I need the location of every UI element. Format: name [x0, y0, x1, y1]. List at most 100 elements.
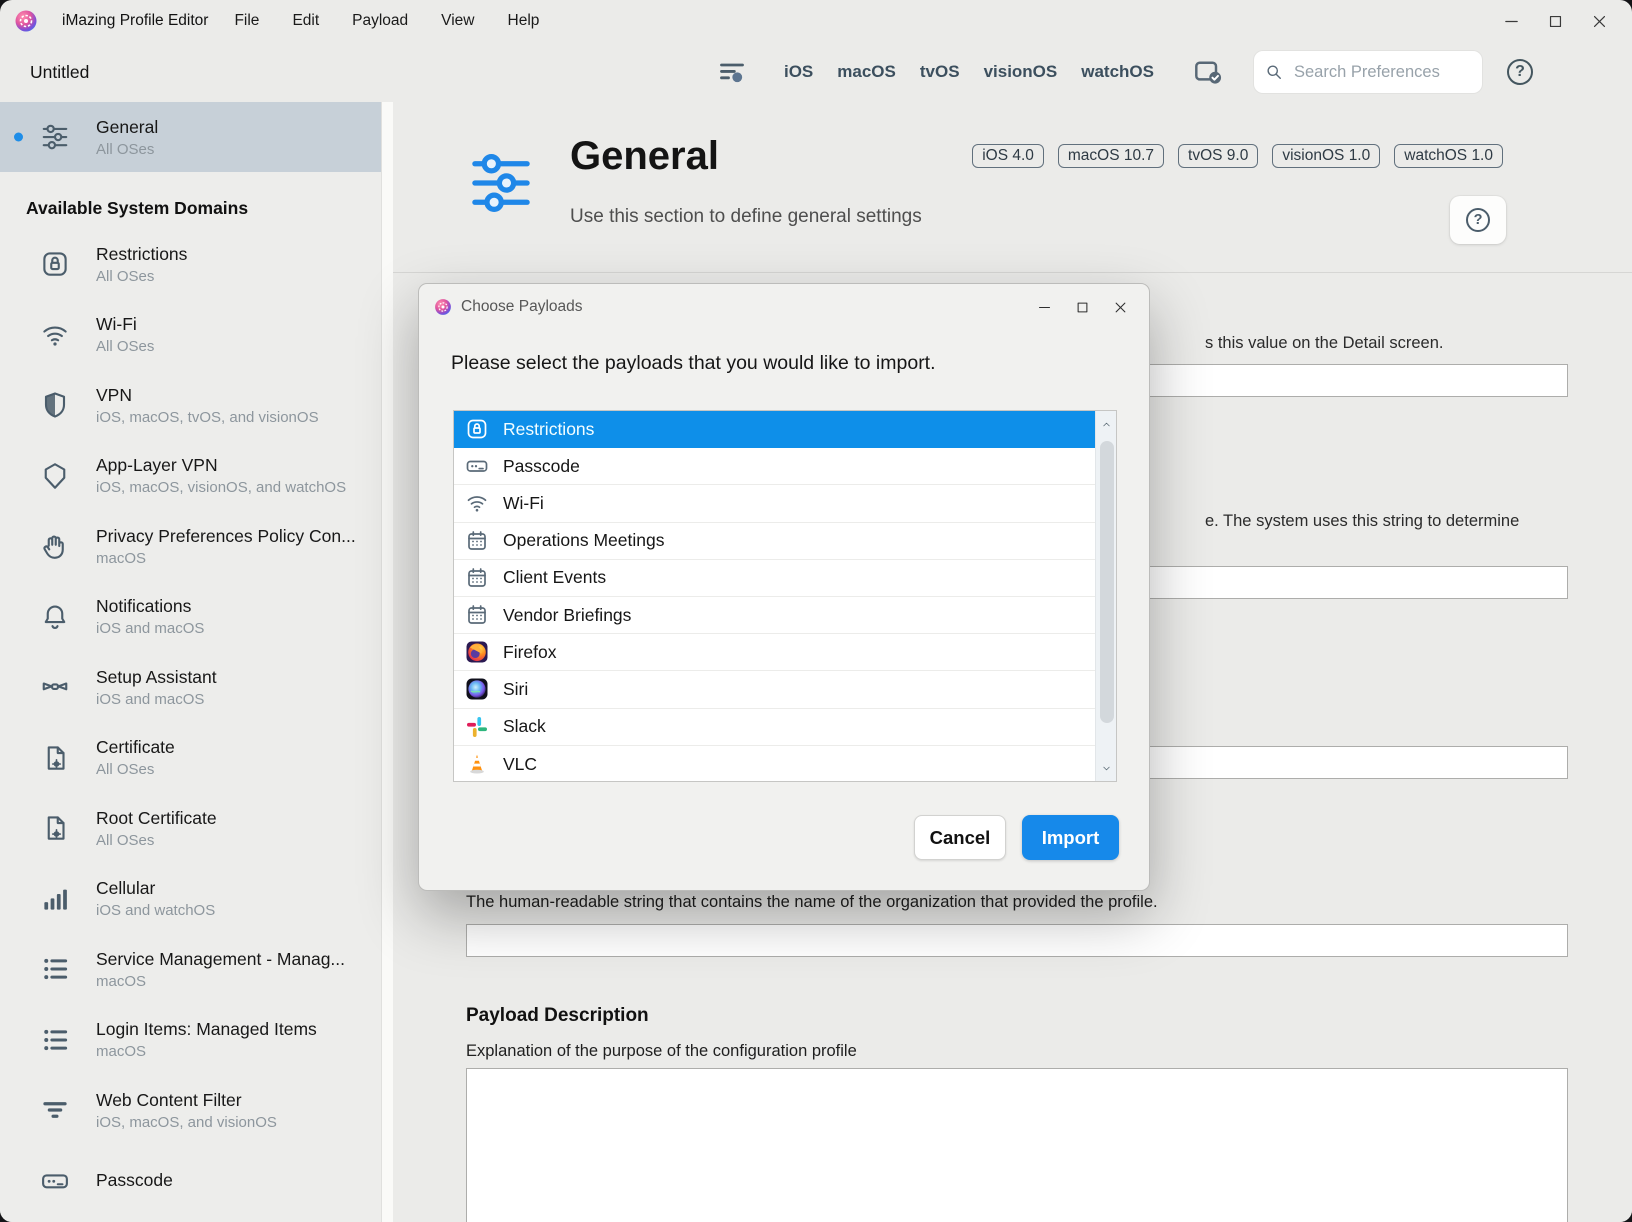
dialog-title: Choose Payloads: [461, 298, 583, 316]
os-filter-macos[interactable]: macOS: [837, 62, 896, 82]
app-window: iMazing Profile Editor FileEditPayloadVi…: [0, 0, 1632, 1222]
help-button[interactable]: ?: [1450, 196, 1506, 244]
search-box[interactable]: [1254, 51, 1482, 93]
sidebar-item-subtitle: All OSes: [96, 832, 217, 849]
sidebar-item-certificate[interactable]: CertificateAll OSes: [0, 723, 381, 794]
payload-item-restrictions[interactable]: Restrictions: [454, 411, 1116, 448]
sidebar-item-setup-assistant[interactable]: Setup AssistantiOS and macOS: [0, 652, 381, 723]
os-filters: iOS macOS tvOS visionOS watchOS: [784, 62, 1154, 82]
sidebar-item-subtitle: iOS and macOS: [96, 620, 204, 637]
cancel-button[interactable]: Cancel: [914, 815, 1006, 860]
os-filter-tvos[interactable]: tvOS: [920, 62, 960, 82]
scroll-up-icon[interactable]: [1096, 415, 1117, 433]
sidebar-item-title: Passcode: [96, 1170, 173, 1191]
search-input[interactable]: [1292, 62, 1472, 83]
maximize-icon[interactable]: [1542, 8, 1568, 34]
bell-icon: [40, 600, 84, 634]
sidebar-item-app-layer-vpn[interactable]: App-Layer VPNiOS, macOS, visionOS, and w…: [0, 441, 381, 512]
calendar-icon: [464, 565, 490, 591]
sidebar-item-notifications[interactable]: NotificationsiOS and macOS: [0, 582, 381, 653]
minimize-icon[interactable]: [1033, 296, 1055, 318]
payload-item-vendor-briefings[interactable]: Vendor Briefings: [454, 597, 1116, 634]
lock-square-icon: [40, 247, 84, 281]
question-glyph: ?: [1507, 59, 1533, 85]
payload-item-vlc[interactable]: VLC: [454, 746, 1116, 782]
sidebar-item-privacy-preferences-policy-con[interactable]: Privacy Preferences Policy Con... macOS: [0, 511, 381, 582]
sidebar-item-title: Wi-Fi: [96, 314, 154, 335]
payload-item-label: Client Events: [503, 567, 606, 588]
sidebar-item-passcode[interactable]: Passcode: [0, 1146, 381, 1217]
menu-help[interactable]: Help: [502, 10, 546, 32]
selected-dot: [14, 133, 23, 142]
close-icon[interactable]: [1586, 8, 1612, 34]
document-title: Untitled: [30, 62, 89, 83]
payload-item-firefox[interactable]: Firefox: [454, 634, 1116, 671]
sidebar-item-subtitle: All OSes: [96, 268, 187, 285]
sidebar-item-login-items-managed-items[interactable]: Login Items: Managed ItemsmacOS: [0, 1005, 381, 1076]
device-check-icon[interactable]: [1192, 57, 1224, 87]
os-filter-watchos[interactable]: watchOS: [1081, 62, 1154, 82]
window-controls: [1498, 0, 1612, 42]
payload-item-label: Slack: [503, 716, 546, 737]
detail-screen-text: s this value on the Detail screen.: [1205, 334, 1443, 353]
import-button[interactable]: Import: [1022, 815, 1119, 860]
menu-file[interactable]: File: [228, 10, 265, 32]
badge-ios-4-0: iOS 4.0: [972, 144, 1044, 168]
sidebar-item-subtitle: All OSes: [96, 338, 154, 355]
payload-description-textarea[interactable]: [466, 1068, 1568, 1222]
maximize-icon[interactable]: [1071, 296, 1093, 318]
dialog-titlebar: Choose Payloads: [419, 284, 1149, 330]
menu-view[interactable]: View: [435, 10, 480, 32]
sidebar-item-title: Service Management - Manag...: [96, 949, 345, 970]
sidebar-item-service-management-manag[interactable]: Service Management - Manag...macOS: [0, 934, 381, 1005]
payload-item-passcode[interactable]: Passcode: [454, 448, 1116, 485]
payload-rows: RestrictionsPasscode Wi-Fi Operations Meet…: [454, 411, 1116, 782]
payload-item-operations-meetings[interactable]: Operations Meetings: [454, 523, 1116, 560]
close-icon[interactable]: [1109, 296, 1131, 318]
payload-item-label: Operations Meetings: [503, 530, 664, 551]
sidebar-item-title: Setup Assistant: [96, 667, 217, 688]
sidebar-item-subtitle: All OSes: [96, 141, 158, 158]
list-scrollbar[interactable]: [1095, 411, 1116, 781]
scroll-down-icon[interactable]: [1096, 759, 1117, 777]
sidebar-item-subtitle: macOS: [96, 1043, 317, 1060]
sidebar-section-header: Available System Domains: [26, 198, 393, 219]
payload-list: RestrictionsPasscode Wi-Fi Operations Meet…: [453, 410, 1117, 782]
sidebar-item-restrictions[interactable]: RestrictionsAll OSes: [0, 229, 381, 300]
menu-payload[interactable]: Payload: [346, 10, 414, 32]
sidebar-item-general[interactable]: General All OSes: [0, 102, 381, 172]
payload-item-client-events[interactable]: Client Events: [454, 560, 1116, 597]
sidebar-item-subtitle: iOS, macOS, visionOS, and watchOS: [96, 479, 346, 496]
firefox-icon: [464, 639, 490, 665]
sidebar-item-web-content-filter[interactable]: Web Content FilteriOS, macOS, and vision…: [0, 1075, 381, 1146]
general-sliders-icon: [468, 150, 534, 216]
organization-input[interactable]: [466, 924, 1568, 957]
badge-visionos-1-0: visionOS 1.0: [1272, 144, 1380, 168]
minimize-icon[interactable]: [1498, 8, 1524, 34]
payload-item-slack[interactable]: Slack: [454, 709, 1116, 746]
page-title: General: [570, 134, 719, 179]
payload-item-wi-fi[interactable]: Wi-Fi: [454, 485, 1116, 522]
sidebar-item-wi-fi[interactable]: Wi-Fi All OSes: [0, 300, 381, 371]
bowtie-icon: [40, 670, 84, 704]
sidebar-item-cellular[interactable]: CellulariOS and watchOS: [0, 864, 381, 935]
os-filter-visionos[interactable]: visionOS: [984, 62, 1058, 82]
payload-item-label: Wi-Fi: [503, 493, 544, 514]
help-icon[interactable]: ?: [1507, 59, 1534, 86]
sidebar-item-subtitle: All OSes: [96, 761, 175, 778]
menu-edit[interactable]: Edit: [286, 10, 325, 32]
sidebar-item-subtitle: macOS: [96, 550, 356, 567]
sidebar-scrollbar[interactable]: [381, 102, 393, 1222]
toolbar-right: iOS macOS tvOS visionOS watchOS ?: [718, 51, 1632, 93]
sidebar-item-root-certificate[interactable]: Root CertificateAll OSes: [0, 793, 381, 864]
payload-item-siri[interactable]: Siri: [454, 671, 1116, 708]
lock-square-icon: [464, 416, 490, 442]
cellular-icon: [40, 882, 84, 916]
certificate-icon: [40, 741, 84, 775]
header-divider: [393, 272, 1632, 273]
sidebar-item-vpn[interactable]: VPNiOS, macOS, tvOS, and visionOS: [0, 370, 381, 441]
sidebar-item-title: Privacy Preferences Policy Con...: [96, 526, 356, 547]
filter-icon[interactable]: [718, 58, 746, 86]
os-filter-ios[interactable]: iOS: [784, 62, 813, 82]
scrollbar-thumb[interactable]: [1100, 441, 1114, 723]
